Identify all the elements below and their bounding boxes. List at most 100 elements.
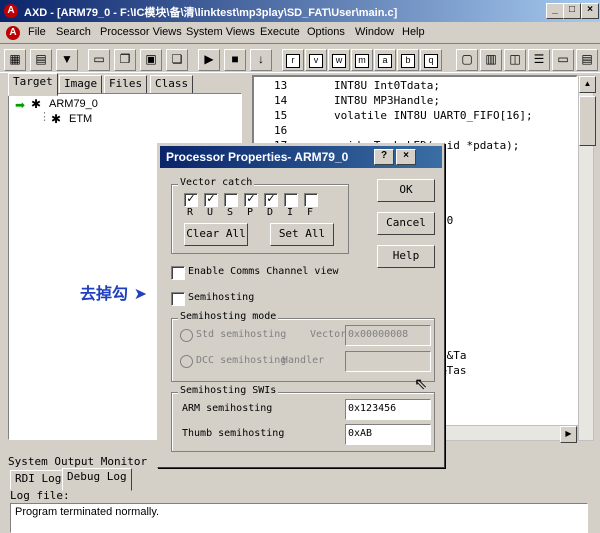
dialog-close-button[interactable]: ×	[396, 149, 416, 165]
vector-catch-checkbox-r[interactable]: ✓	[184, 193, 198, 207]
vector-label: Vector	[310, 329, 347, 340]
vector-catch-letter: S	[227, 207, 234, 218]
download-icon[interactable]: ▼	[56, 49, 78, 71]
registers-icon[interactable]: r	[282, 49, 304, 71]
console-icon[interactable]: ▭	[552, 49, 574, 71]
open-folder-icon[interactable]: ▭	[88, 49, 110, 71]
log-message: Program terminated normally.	[15, 506, 160, 518]
query-icon[interactable]: q	[420, 49, 442, 71]
vector-catch-checkbox-f[interactable]	[304, 193, 318, 207]
tab-debug-log[interactable]: Debug Log	[62, 468, 132, 491]
vector-catch-checkbox-s[interactable]	[224, 193, 238, 207]
go-icon[interactable]: ▶	[198, 49, 220, 71]
processor-properties-dialog: Processor Properties- ARM79_0 ? × Vector…	[157, 143, 445, 468]
cancel-button[interactable]: Cancel	[377, 212, 435, 235]
list-icon[interactable]: ☰	[528, 49, 550, 71]
step-icon[interactable]: ↓	[250, 49, 272, 71]
thumb-semihosting-field[interactable]: 0xAB	[345, 424, 431, 445]
menu-bar: A File Search Processor Views System Vie…	[0, 22, 600, 44]
handler-field[interactable]	[345, 351, 431, 372]
mouse-cursor-icon: ⇖	[414, 376, 428, 393]
menu-execute[interactable]: Execute	[260, 26, 300, 38]
scroll-right-icon[interactable]: ▶	[560, 426, 577, 443]
semihosting-swis-label: Semihosting SWIs	[178, 385, 279, 396]
cascade-icon[interactable]: ◫	[504, 49, 526, 71]
maximize-button[interactable]: □	[563, 3, 581, 19]
line-number: 14	[274, 94, 288, 107]
set-all-button[interactable]: Set All	[270, 223, 334, 246]
semihosting-mode-group: Semihosting mode Std semihosting Vector …	[171, 311, 435, 382]
code-text: INT8U Int0Tdata;	[334, 79, 440, 92]
tree-item-etm[interactable]: ETM	[69, 113, 92, 125]
menu-window[interactable]: Window	[355, 26, 394, 38]
menu-file[interactable]: File	[28, 26, 46, 38]
thumb-semihosting-label: Thumb semihosting	[182, 428, 285, 439]
stop-icon[interactable]: ■	[224, 49, 246, 71]
line-number: 15	[274, 109, 288, 122]
vector-catch-checkbox-u[interactable]: ✓	[204, 193, 218, 207]
minimize-button[interactable]: _	[546, 3, 564, 19]
enable-comms-checkbox[interactable]	[171, 266, 185, 280]
arm-semihosting-label: ARM semihosting	[182, 403, 273, 414]
menu-system-views[interactable]: System Views	[186, 26, 255, 38]
vector-catch-letter: U	[207, 207, 214, 218]
ok-button[interactable]: OK	[377, 179, 435, 202]
code-text: INT8U MP3Handle;	[334, 94, 440, 107]
tree-item-processor[interactable]: ARM79_0	[49, 98, 98, 110]
menu-search[interactable]: Search	[56, 26, 91, 38]
dcc-semihosting-radio[interactable]	[180, 355, 193, 368]
vector-catch-checkbox-i[interactable]	[284, 193, 298, 207]
std-semihosting-radio[interactable]	[180, 329, 193, 342]
menu-processor-views[interactable]: Processor Views	[100, 26, 182, 38]
app-logo-icon[interactable]: A	[4, 4, 18, 18]
clear-all-button[interactable]: Clear All	[184, 223, 248, 246]
semihosting-swis-group: Semihosting SWIs ARM semihosting 0x12345…	[171, 385, 435, 452]
log-file-label: Log file:	[10, 489, 70, 502]
vector-field[interactable]: 0x00000008	[345, 325, 431, 346]
vector-catch-letter: F	[307, 207, 314, 218]
breakpoints-icon[interactable]: b	[397, 49, 419, 71]
log-output[interactable]: Program terminated normally.	[10, 503, 588, 533]
semihosting-mode-label: Semihosting mode	[178, 311, 279, 322]
title-bar: A AXD - [ARM79_0 - F:\IC模块\备\清\linktest\…	[0, 0, 600, 22]
vector-catch-group: Vector catch ✓ R ✓ U S ✓ P ✓ D I F Clear All Set A…	[171, 177, 349, 254]
tab-rdi-log[interactable]: RDI Log	[10, 470, 67, 490]
dialog-help-button[interactable]: ?	[374, 149, 394, 165]
dialog-title: Processor Properties- ARM79_0	[166, 150, 349, 164]
watch-icon[interactable]: w	[328, 49, 350, 71]
help-button[interactable]: Help	[377, 245, 435, 268]
tab-class[interactable]: Class	[150, 75, 194, 95]
tab-image[interactable]: Image	[59, 75, 103, 95]
menu-help[interactable]: Help	[402, 26, 425, 38]
arm-semihosting-field[interactable]: 0x123456	[345, 399, 431, 420]
reload-icon[interactable]: ▤	[30, 49, 52, 71]
multi-document-icon[interactable]: ❏	[166, 49, 188, 71]
vector-catch-checkbox-p[interactable]: ✓	[244, 193, 258, 207]
tab-target[interactable]: Target	[8, 73, 58, 96]
tile-icon[interactable]: ▥	[480, 49, 502, 71]
etm-icon: ✱	[51, 112, 62, 126]
document-icon[interactable]: A	[6, 26, 20, 40]
window-layout-icon[interactable]: ▢	[456, 49, 478, 71]
load-image-icon[interactable]: ▦	[4, 49, 26, 71]
vertical-scrollbar[interactable]: ▲	[578, 75, 596, 441]
scroll-thumb[interactable]	[579, 96, 596, 146]
enable-comms-label: Enable Comms Channel view	[188, 266, 339, 277]
print-icon[interactable]: ▣	[140, 49, 162, 71]
scroll-up-icon[interactable]: ▲	[579, 76, 596, 93]
semihosting-checkbox[interactable]	[171, 292, 185, 306]
vector-catch-checkbox-d[interactable]: ✓	[264, 193, 278, 207]
menu-options[interactable]: Options	[307, 26, 345, 38]
memory-icon[interactable]: m	[351, 49, 373, 71]
toolbar: ▦ ▤ ▼ ▭ ❐ ▣ ❏ ▶ ■ ↓ r v w m a b q ▢ ▥ ◫ …	[0, 45, 600, 73]
annotation-label: 去掉勾 ➤	[80, 284, 147, 303]
tab-files[interactable]: Files	[104, 75, 148, 95]
variables-icon[interactable]: v	[305, 49, 327, 71]
copy-icon[interactable]: ❐	[114, 49, 136, 71]
handler-label: Handler	[282, 355, 325, 366]
current-target-arrow-icon: ➡	[15, 98, 26, 112]
semihosting-label: Semihosting	[188, 292, 255, 303]
output-icon[interactable]: ▤	[576, 49, 598, 71]
close-button[interactable]: ×	[581, 3, 599, 19]
address-icon[interactable]: a	[374, 49, 396, 71]
